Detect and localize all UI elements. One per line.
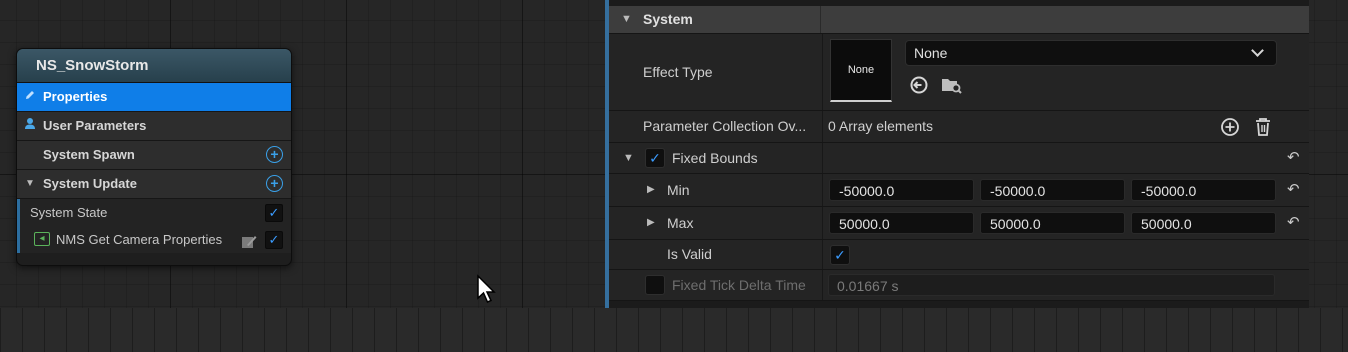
fixed-bounds-checkbox[interactable]: ✓	[645, 148, 665, 168]
column-divider	[822, 143, 823, 173]
module-enabled-checkbox[interactable]: ✓	[265, 204, 283, 222]
node-item-system-update[interactable]: ▼ System Update +	[17, 170, 291, 199]
row-fixed-bounds: ▼ ✓ Fixed Bounds ↶	[609, 143, 1309, 174]
node-item-label: User Parameters	[43, 118, 147, 133]
module-system-state[interactable]: System State ✓	[17, 199, 291, 226]
column-divider	[822, 207, 823, 239]
node-item-system-spawn[interactable]: System Spawn +	[17, 141, 291, 170]
add-element-icon[interactable]	[1220, 117, 1240, 137]
row-fixed-tick-delta-time: Fixed Tick Delta Time 0.01667 s	[609, 270, 1309, 301]
row-parameter-collection: Parameter Collection Ov... 0 Array eleme…	[609, 111, 1309, 143]
reset-to-default-icon[interactable]: ↶	[1287, 207, 1300, 239]
expand-triangle-icon[interactable]: ▶	[647, 174, 655, 206]
row-min: ▶ Min -50000.0 -50000.0 -50000.0 ↶	[609, 174, 1309, 207]
column-divider	[822, 240, 823, 269]
use-selected-asset-icon[interactable]	[909, 75, 929, 100]
module-label: System State	[30, 205, 108, 220]
node-item-user-parameters[interactable]: User Parameters	[17, 112, 291, 141]
add-module-icon[interactable]: +	[266, 146, 283, 163]
category-label: System	[643, 11, 693, 27]
module-camera-properties[interactable]: ◂ NMS Get Camera Properties ✓	[17, 226, 291, 253]
reset-to-default-icon[interactable]: ↶	[1287, 143, 1300, 173]
graph-bottom-area	[0, 308, 1348, 352]
node-item-label: System Spawn	[43, 147, 135, 162]
expand-triangle-icon[interactable]: ▶	[647, 207, 655, 239]
system-node[interactable]: NS_SnowStorm Properties User Parameters …	[16, 48, 292, 266]
collapse-triangle-icon[interactable]: ▼	[621, 6, 632, 33]
fixed-tick-label: Fixed Tick Delta Time	[672, 277, 806, 293]
max-x-field[interactable]: 50000.0	[829, 212, 974, 234]
node-item-label: Properties	[43, 89, 108, 104]
min-y-field[interactable]: -50000.0	[980, 179, 1125, 201]
collapse-triangle-icon[interactable]: ▼	[623, 143, 634, 173]
effect-type-dropdown[interactable]: None	[905, 40, 1277, 66]
browse-folder-icon[interactable]	[941, 75, 963, 100]
reset-to-default-icon[interactable]: ↶	[1287, 174, 1300, 206]
user-icon	[23, 112, 37, 140]
effect-type-value: None	[914, 45, 948, 61]
array-elements-count: 0 Array elements	[828, 118, 934, 134]
column-divider	[822, 111, 823, 142]
fixed-tick-value-field: 0.01667 s	[828, 274, 1275, 296]
max-label: Max	[667, 215, 694, 231]
effect-type-label: Effect Type	[643, 64, 713, 80]
node-item-label: System Update	[43, 176, 137, 191]
fixed-tick-checkbox[interactable]	[645, 275, 665, 295]
min-z-field[interactable]: -50000.0	[1131, 179, 1276, 201]
is-valid-checkbox[interactable]: ✓	[830, 245, 850, 265]
column-divider	[822, 174, 823, 206]
trash-icon[interactable]	[1254, 117, 1272, 137]
column-divider	[822, 34, 823, 110]
min-label: Min	[667, 182, 690, 198]
max-y-field[interactable]: 50000.0	[980, 212, 1125, 234]
collapse-triangle-icon[interactable]: ▼	[23, 170, 37, 198]
pencil-icon	[23, 83, 37, 111]
fixed-bounds-label: Fixed Bounds	[672, 150, 758, 166]
node-item-properties[interactable]: Properties	[17, 83, 291, 112]
mouse-cursor-icon	[476, 274, 498, 309]
details-panel: ▼ System Effect Type None None Parameter…	[605, 0, 1309, 308]
row-effect-type: Effect Type None None	[609, 34, 1309, 111]
node-title[interactable]: NS_SnowStorm	[17, 49, 291, 83]
parameter-collection-label: Parameter Collection Ov...	[643, 118, 807, 134]
column-divider	[822, 270, 823, 300]
chevron-down-icon	[1251, 44, 1264, 57]
row-max: ▶ Max 50000.0 50000.0 50000.0 ↶	[609, 207, 1309, 240]
category-system[interactable]: ▼ System	[609, 6, 1309, 34]
column-divider	[820, 6, 821, 33]
effect-type-thumbnail[interactable]: None	[830, 39, 892, 102]
module-input-icon: ◂	[34, 232, 50, 246]
module-label: NMS Get Camera Properties	[56, 232, 223, 247]
module-enabled-checkbox[interactable]: ✓	[265, 231, 283, 249]
is-valid-label: Is Valid	[667, 246, 712, 262]
module-note-icon	[241, 231, 257, 258]
max-z-field[interactable]: 50000.0	[1131, 212, 1276, 234]
add-module-icon[interactable]: +	[266, 175, 283, 192]
row-is-valid: Is Valid ✓	[609, 240, 1309, 270]
min-x-field[interactable]: -50000.0	[829, 179, 974, 201]
